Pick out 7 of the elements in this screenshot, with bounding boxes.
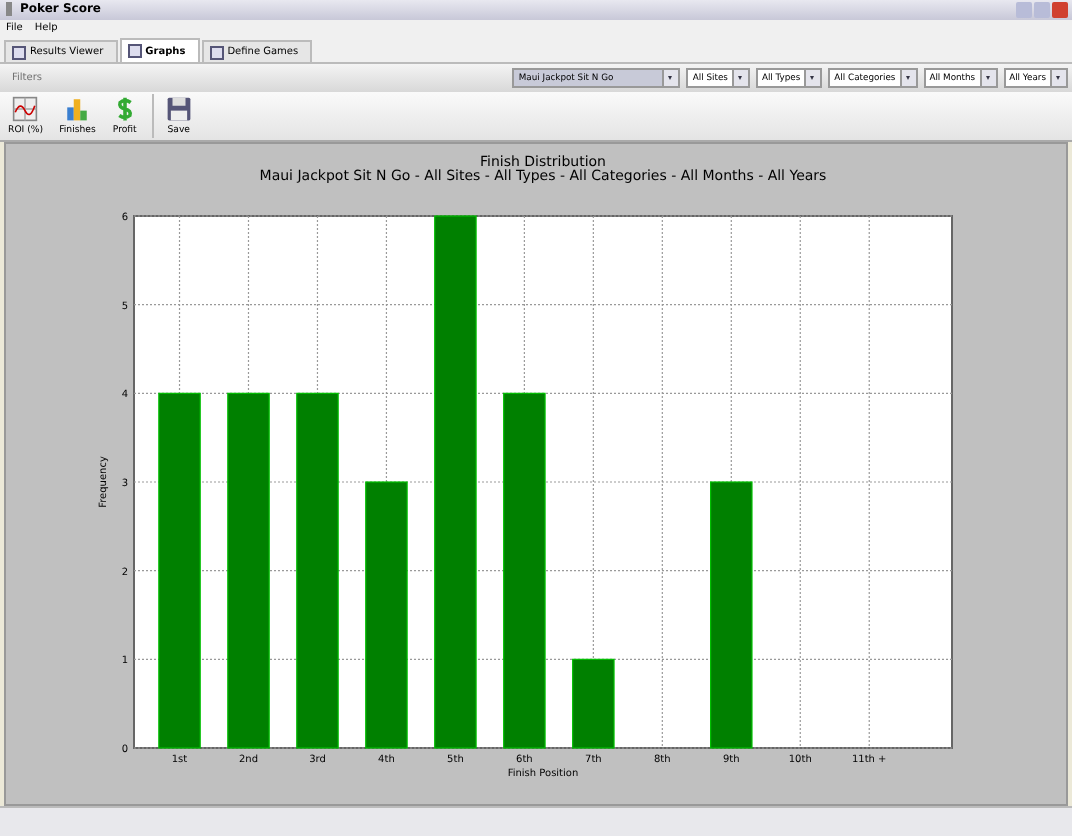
bar-chart-icon: [64, 96, 91, 123]
minimize-button[interactable]: [1016, 1, 1032, 18]
close-button[interactable]: [1052, 1, 1068, 18]
tab-icon: [209, 45, 224, 60]
app-icon: [4, 2, 14, 17]
tab-icon: [12, 45, 26, 60]
tab-icon: [127, 44, 142, 59]
